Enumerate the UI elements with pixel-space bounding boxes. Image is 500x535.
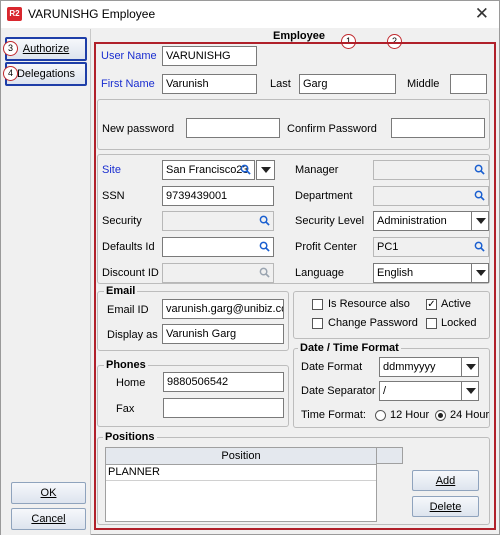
first-name-field[interactable]: Varunish <box>162 74 257 94</box>
date-format-label: Date Format <box>301 361 363 373</box>
fax-field[interactable] <box>163 398 284 418</box>
callout-3: 3 <box>3 41 18 56</box>
language-label: Language <box>295 267 344 279</box>
datetime-group-title: Date / Time Format <box>298 342 401 354</box>
language-value: English <box>377 267 414 279</box>
cancel-button[interactable]: Cancel <box>11 508 86 530</box>
date-format-select[interactable]: ddmmyyyy <box>379 357 479 377</box>
delete-position-button[interactable]: Delete <box>412 496 479 517</box>
new-password-field[interactable] <box>186 118 280 138</box>
callout-4: 4 <box>3 66 18 81</box>
24-hour-radio[interactable] <box>435 410 446 421</box>
app-icon: R2 <box>7 7 22 21</box>
middle-label: Middle <box>407 78 440 90</box>
email-id-label: Email ID <box>107 304 149 316</box>
ssn-label: SSN <box>102 190 125 202</box>
site-value: San Francisco23 <box>166 164 249 176</box>
last-name-field[interactable]: Garg <box>299 74 396 94</box>
home-phone-field[interactable]: 9880506542 <box>163 372 284 392</box>
time-format-label: Time Format: <box>301 409 366 421</box>
chevron-down-icon <box>257 161 274 179</box>
profit-center-field[interactable]: PC1 <box>373 237 489 257</box>
search-icon[interactable] <box>474 190 485 201</box>
last-label: Last <box>270 78 291 90</box>
display-as-field[interactable]: Varunish Garg <box>162 324 284 344</box>
change-password-label: Change Password <box>328 317 418 329</box>
employee-dialog: R2 VARUNISHG Employee ✕ Authorize 3 Dele… <box>0 0 500 535</box>
defaults-id-field[interactable] <box>162 237 274 257</box>
site-dropdown-button[interactable] <box>256 160 275 180</box>
home-label: Home <box>116 377 146 389</box>
date-format-value: ddmmyyyy <box>383 361 436 373</box>
12-hour-radio[interactable] <box>375 410 386 421</box>
confirm-password-label: Confirm Password <box>287 123 377 135</box>
security-level-label: Security Level <box>295 215 365 227</box>
security-field[interactable] <box>162 211 274 231</box>
chevron-down-icon <box>461 358 478 376</box>
manager-label: Manager <box>295 164 339 176</box>
chevron-down-icon <box>471 264 488 282</box>
first-name-label: First Name <box>101 78 155 90</box>
search-icon[interactable] <box>240 164 251 175</box>
search-icon <box>259 267 270 278</box>
section-title: Employee <box>273 30 325 42</box>
middle-name-field[interactable] <box>450 74 487 94</box>
close-icon[interactable]: ✕ <box>475 4 489 24</box>
is-resource-label: Is Resource also <box>328 298 410 310</box>
title-bar: R2 VARUNISHG Employee ✕ <box>1 1 499 28</box>
user-name-label: User Name <box>101 50 157 62</box>
ssn-field[interactable]: 9739439001 <box>162 186 274 206</box>
department-field[interactable] <box>373 186 489 206</box>
security-level-value: Administration <box>377 215 447 227</box>
24-hour-label: 24 Hour <box>450 409 490 421</box>
date-separator-value: / <box>383 385 387 397</box>
window-title: VARUNISHG Employee <box>28 7 156 21</box>
date-separator-label: Date Separator <box>301 385 376 397</box>
ok-button[interactable]: OK <box>11 482 86 504</box>
table-corner <box>377 447 403 464</box>
positions-table[interactable]: Position PLANNER <box>105 447 377 522</box>
is-resource-checkbox[interactable] <box>312 299 323 310</box>
security-level-select[interactable]: Administration <box>373 211 489 231</box>
department-label: Department <box>295 190 353 202</box>
position-column-header[interactable]: Position <box>106 448 376 465</box>
confirm-password-field[interactable] <box>391 118 485 138</box>
manager-field[interactable] <box>373 160 489 180</box>
12-hour-label: 12 Hour <box>390 409 430 421</box>
positions-group-title: Positions <box>103 431 157 443</box>
defaults-id-label: Defaults Id <box>102 241 155 253</box>
active-label: Active <box>441 298 471 310</box>
user-name-field[interactable]: VARUNISHG <box>162 46 257 66</box>
locked-label: Locked <box>441 317 477 329</box>
profit-center-label: Profit Center <box>295 241 357 253</box>
active-checkbox[interactable]: ✓ <box>426 299 437 310</box>
email-id-field[interactable]: varunish.garg@unibiz.co <box>162 299 284 319</box>
date-separator-select[interactable]: / <box>379 381 479 401</box>
site-label: Site <box>102 164 121 176</box>
chevron-down-icon <box>471 212 488 230</box>
discount-id-label: Discount ID <box>102 267 159 279</box>
email-group-title: Email <box>104 285 138 297</box>
site-field[interactable]: San Francisco23 <box>162 160 255 180</box>
chevron-down-icon <box>461 382 478 400</box>
profit-center-value: PC1 <box>377 241 399 253</box>
change-password-checkbox[interactable] <box>312 318 323 329</box>
locked-checkbox[interactable] <box>426 318 437 329</box>
search-icon[interactable] <box>259 241 270 252</box>
new-password-label: New password <box>102 123 175 135</box>
security-label: Security <box>102 215 142 227</box>
fax-label: Fax <box>116 403 135 415</box>
search-icon[interactable] <box>474 164 485 175</box>
search-icon[interactable] <box>259 215 270 226</box>
discount-id-field[interactable] <box>162 263 274 283</box>
display-as-label: Display as <box>107 329 158 341</box>
search-icon[interactable] <box>474 241 485 252</box>
add-position-button[interactable]: Add <box>412 470 479 491</box>
language-select[interactable]: English <box>373 263 489 283</box>
table-row[interactable]: PLANNER <box>106 465 376 481</box>
left-pane <box>1 29 91 535</box>
phones-group-title: Phones <box>104 359 148 371</box>
